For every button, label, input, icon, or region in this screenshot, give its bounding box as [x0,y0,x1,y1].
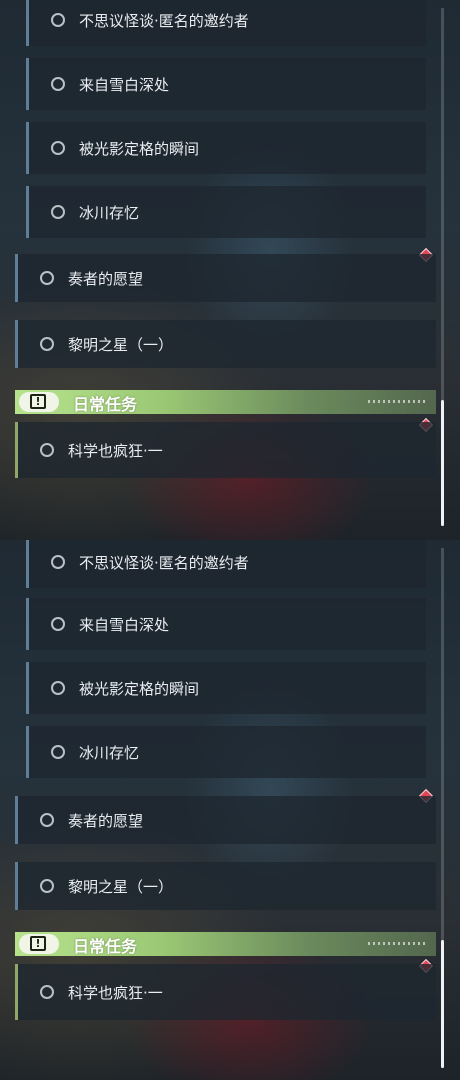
circle-icon [51,681,65,695]
daily-task-title: 日常任务 [73,937,138,956]
exclamation-box-icon: ! [19,392,59,412]
quest-item[interactable]: 奏者的愿望 [15,254,436,302]
quest-item[interactable]: 来自雪白深处 [26,58,426,110]
circle-icon [51,205,65,219]
daily-task-header[interactable]: ! 日常任务 [15,390,436,414]
quest-item[interactable]: 奏者的愿望 [15,796,436,844]
quest-item-label: 黎明之星（一） [68,336,174,354]
quest-item[interactable]: 不思议怪谈·匿名的邀约者 [26,0,426,46]
daily-quest-item[interactable]: 科学也疯狂·一 [15,422,436,478]
scrollbar-thumb[interactable] [441,940,444,1068]
quest-item-label: 被光影定格的瞬间 [79,680,200,698]
quest-item-label: 奏者的愿望 [68,812,144,830]
quest-item-label: 科学也疯狂·一 [68,984,163,1002]
quest-item-label: 不思议怪谈·匿名的邀约者 [79,554,249,572]
daily-quest-item[interactable]: 科学也疯狂·一 [15,964,436,1020]
quest-item-label: 奏者的愿望 [68,270,144,288]
quest-item-label: 科学也疯狂·一 [68,442,163,460]
quest-item[interactable]: 冰川存忆 [26,726,426,778]
quest-item[interactable]: 冰川存忆 [26,186,426,238]
circle-icon [40,813,54,827]
quest-item-label: 来自雪白深处 [79,76,170,94]
header-decoration [368,942,428,945]
circle-icon [51,617,65,631]
quest-item-label: 冰川存忆 [79,204,140,222]
circle-icon [51,745,65,759]
circle-icon [51,555,65,569]
quest-item[interactable]: 黎明之星（一） [15,320,436,368]
daily-task-header[interactable]: ! 日常任务 [15,932,436,956]
quest-item[interactable]: 黎明之星（一） [15,862,436,910]
quest-item-label: 黎明之星（一） [68,878,174,896]
quest-item[interactable]: 不思议怪谈·匿名的邀约者 [26,540,426,588]
quest-item-label: 不思议怪谈·匿名的邀约者 [79,12,249,30]
daily-task-title: 日常任务 [73,395,138,414]
exclamation-box-icon: ! [19,934,59,954]
circle-icon [40,337,54,351]
quest-list-panel: 不思议怪谈·匿名的邀约者 来自雪白深处 被光影定格的瞬间 冰川存忆 奏者的愿望 … [0,540,460,1080]
quest-item-label: 被光影定格的瞬间 [79,140,200,158]
circle-icon [51,141,65,155]
circle-icon [51,77,65,91]
circle-icon [51,13,65,27]
circle-icon [40,271,54,285]
header-decoration [368,400,428,403]
circle-icon [40,443,54,457]
quest-item-label: 冰川存忆 [79,744,140,762]
quest-item[interactable]: 被光影定格的瞬间 [26,122,426,174]
circle-icon [40,879,54,893]
quest-list-panel: 不思议怪谈·匿名的邀约者 来自雪白深处 被光影定格的瞬间 冰川存忆 奏者的愿望 … [0,0,460,540]
quest-item[interactable]: 被光影定格的瞬间 [26,662,426,714]
circle-icon [40,985,54,999]
quest-item-label: 来自雪白深处 [79,616,170,634]
scrollbar-thumb[interactable] [441,400,444,526]
quest-item[interactable]: 来自雪白深处 [26,598,426,650]
